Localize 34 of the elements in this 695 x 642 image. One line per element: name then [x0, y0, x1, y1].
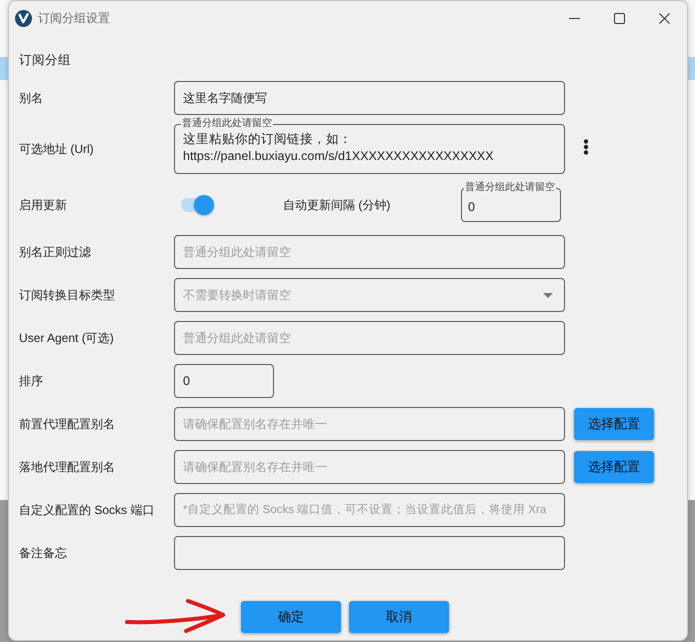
field-label: 别名: [19, 90, 43, 106]
field-label: 自定义配置的 Socks 端口: [19, 502, 154, 518]
more-icon[interactable]: [583, 138, 589, 154]
input-field[interactable]: *自定义配置的 Socks 端口值，可不设置；当设置此值后，将使用 Xra: [174, 493, 565, 527]
field-label: 别名正则过滤: [19, 244, 91, 260]
window-title: 订阅分组设置: [38, 10, 110, 26]
number-field[interactable]: 0: [174, 364, 274, 398]
input-field[interactable]: 请确保配置别名存在并唯一: [174, 450, 565, 484]
field-label: 启用更新: [19, 196, 67, 214]
url-field[interactable]: 普通分组此处请留空 这里粘贴你的订阅链接，如： https://panel.buxiayu.com/s/d1XXXXXXXXXXXXXXXXX: [174, 119, 565, 174]
input-field[interactable]: 这里名字随便写: [174, 81, 565, 115]
choose-config-button[interactable]: 选择配置: [574, 451, 654, 483]
input-field[interactable]: 普通分组此处请留空: [174, 235, 565, 269]
input-field[interactable]: [174, 536, 565, 570]
field-label: 自动更新间隔 (分钟): [283, 196, 390, 214]
maximize-icon: [614, 12, 625, 24]
close-icon: [659, 12, 670, 24]
field-label: User Agent (可选): [19, 330, 114, 346]
interval-field[interactable]: 普通分组此处请留空 0: [461, 183, 561, 222]
field-label: 排序: [19, 372, 43, 390]
input-field[interactable]: 普通分组此处请留空: [174, 321, 565, 355]
input-field[interactable]: 请确保配置别名存在并唯一: [174, 407, 565, 441]
section-title: 订阅分组: [19, 52, 71, 68]
field-label: 落地代理配置别名: [19, 458, 115, 476]
caret-icon: [543, 292, 553, 298]
app-logo-icon: [15, 10, 32, 26]
choose-config-button[interactable]: 选择配置: [574, 408, 654, 440]
field-label: 订阅转换目标类型: [19, 286, 115, 304]
cancel-button[interactable]: 取消: [349, 601, 449, 633]
ok-button[interactable]: 确定: [241, 601, 341, 633]
field-label: 前置代理配置别名: [19, 416, 115, 432]
field-label: 备注备忘: [19, 544, 67, 562]
toggle-switch[interactable]: [180, 195, 216, 215]
field-label: 可选地址 (Url): [19, 140, 94, 158]
